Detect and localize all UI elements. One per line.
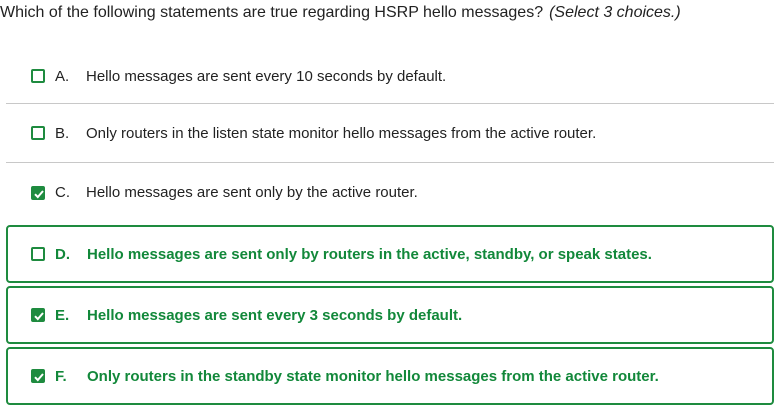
option-letter: D. (55, 245, 70, 263)
option-d[interactable]: D. Hello messages are sent only by route… (6, 225, 774, 283)
option-text: Only routers in the standby state monito… (87, 367, 659, 385)
option-letter: C. (55, 184, 70, 201)
option-text: Hello messages are sent only by routers … (87, 245, 652, 263)
checkbox-checked-icon[interactable] (31, 369, 45, 383)
option-text: Hello messages are sent only by the acti… (86, 184, 418, 201)
answer-options: A. Hello messages are sent every 10 seco… (6, 49, 774, 405)
option-letter: B. (55, 124, 70, 142)
option-b[interactable]: B. Only routers in the listen state moni… (6, 104, 774, 163)
checkbox-unchecked-icon[interactable] (31, 126, 45, 140)
option-c[interactable]: C. Hello messages are sent only by the a… (6, 163, 774, 222)
option-letter: E. (55, 306, 70, 324)
option-a[interactable]: A. Hello messages are sent every 10 seco… (6, 49, 774, 104)
option-letter: A. (55, 67, 70, 85)
question-hint: (Select 3 choices.) (549, 4, 681, 21)
question-text: Which of the following statements are tr… (0, 4, 544, 21)
question-prompt: Which of the following statements are tr… (0, 3, 681, 23)
option-e[interactable]: E. Hello messages are sent every 3 secon… (6, 286, 774, 344)
checkbox-unchecked-icon[interactable] (31, 247, 45, 261)
option-letter: F. (55, 367, 67, 385)
option-text: Hello messages are sent every 3 seconds … (87, 306, 463, 324)
option-text: Hello messages are sent every 10 seconds… (86, 67, 447, 85)
checkbox-checked-icon[interactable] (31, 308, 45, 322)
checkbox-checked-icon[interactable] (31, 185, 45, 200)
checkbox-unchecked-icon[interactable] (31, 69, 45, 83)
option-text: Only routers in the listen state monitor… (86, 124, 597, 142)
option-f[interactable]: F. Only routers in the standby state mon… (6, 347, 774, 405)
